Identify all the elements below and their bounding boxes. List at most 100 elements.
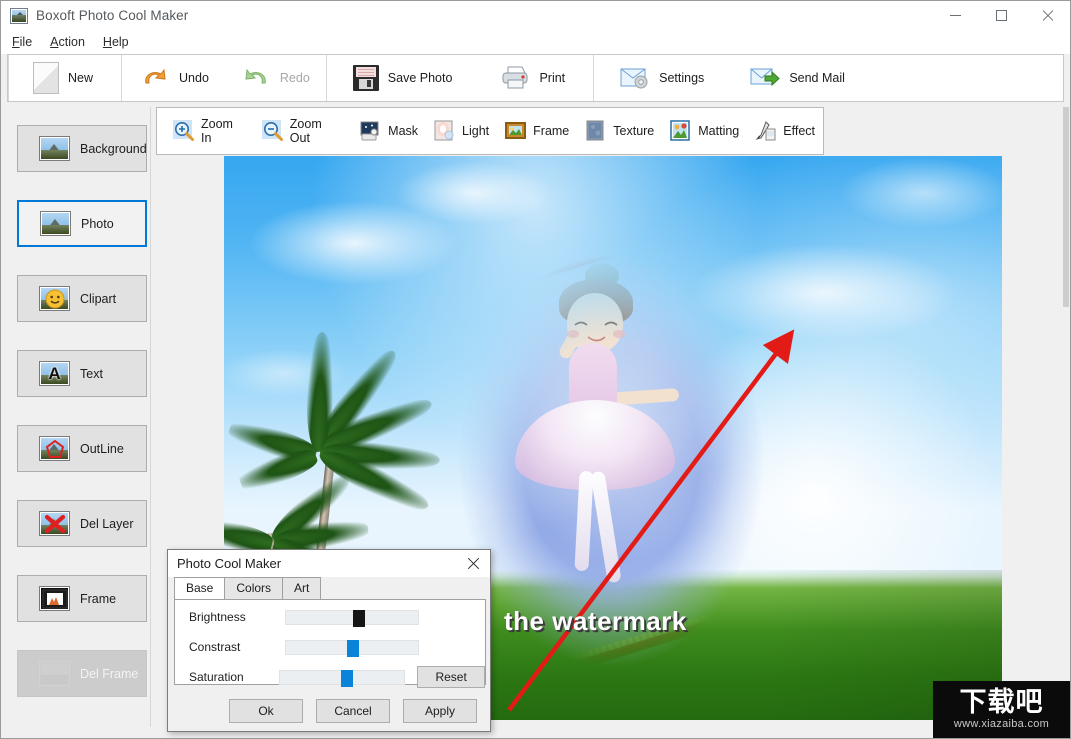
minimize-button[interactable]	[932, 1, 978, 30]
ok-button[interactable]: Ok	[229, 699, 303, 723]
main-toolbar: New Undo Redo Save Photo Print Settings …	[7, 54, 1064, 102]
menu-bar: File Action Help	[1, 30, 1070, 54]
image-red-x-icon	[39, 511, 70, 536]
ballerina-figure	[503, 263, 693, 595]
frame-label: Frame	[533, 124, 570, 138]
menu-item-action[interactable]: Action	[48, 33, 95, 51]
dialog-button-row: Ok Cancel Apply	[168, 699, 492, 723]
effect-brush-icon	[755, 120, 777, 142]
dialog-tab-panel-base: Brightness Constrast Saturation Reset	[174, 599, 486, 688]
printer-icon	[500, 65, 530, 91]
brightness-row: Brightness	[175, 604, 485, 630]
settings-button[interactable]: Settings	[594, 55, 726, 101]
zoom-in-icon	[173, 120, 195, 142]
close-icon	[467, 557, 480, 570]
mail-send-icon	[750, 67, 781, 89]
application-window: Boxoft Photo Cool Maker File Action Help…	[0, 0, 1071, 739]
tab-art[interactable]: Art	[282, 577, 322, 599]
apply-button[interactable]: Apply	[403, 699, 477, 723]
redo-button[interactable]: Redo	[225, 55, 326, 101]
dialog-title-bar: Photo Cool Maker	[168, 550, 490, 577]
photo-sub-toolbar: Zoom In Zoom Out Mask Light Frame Textur…	[156, 107, 824, 155]
menu-item-file[interactable]: File	[10, 33, 42, 51]
light-button[interactable]: Light	[426, 109, 497, 153]
scrollbar-thumb[interactable]	[1063, 107, 1069, 307]
left-sidebar: Background Photo Clipart A Text OutLine …	[7, 107, 151, 727]
sidebar-item-photo[interactable]: Photo	[17, 200, 147, 247]
site-watermark-url: www.xiazaiba.com	[953, 718, 1050, 730]
settings-button-label: Settings	[659, 71, 705, 85]
effect-button[interactable]: Effect	[747, 109, 823, 153]
maximize-button[interactable]	[978, 1, 1024, 30]
save-photo-label: Save Photo	[387, 71, 453, 85]
zoom-out-button[interactable]: Zoom Out	[254, 109, 352, 153]
toolbar-group-file: New	[9, 55, 121, 101]
image-thumb-icon	[40, 211, 71, 236]
sidebar-item-clipart[interactable]: Clipart	[17, 275, 147, 322]
image-outline-icon	[39, 436, 70, 461]
sidebar-label-frame: Frame	[80, 591, 117, 606]
constrast-slider-thumb[interactable]	[347, 639, 359, 657]
close-button[interactable]	[1024, 1, 1070, 30]
photo-app-icon	[10, 7, 28, 24]
frame-button[interactable]: Frame	[497, 109, 577, 153]
site-watermark-brand: 下载吧	[959, 687, 1044, 718]
print-button[interactable]: Print	[474, 55, 593, 101]
cancel-button[interactable]: Cancel	[316, 699, 390, 723]
texture-label: Texture	[613, 124, 655, 138]
reset-button[interactable]: Reset	[417, 666, 485, 688]
light-icon	[434, 120, 456, 142]
dialog-tabstrip: Base Colors Art	[168, 577, 490, 599]
constrast-label: Constrast	[189, 640, 241, 654]
site-watermark-logo: 下载吧 www.xiazaiba.com	[933, 681, 1070, 738]
new-button-label: New	[68, 71, 94, 85]
constrast-slider[interactable]	[285, 639, 419, 657]
tab-base[interactable]: Base	[174, 577, 226, 599]
brightness-label: Brightness	[189, 610, 246, 624]
send-mail-button[interactable]: Send Mail	[726, 55, 865, 101]
new-button[interactable]: New	[9, 55, 121, 101]
matting-button[interactable]: Matting	[662, 109, 747, 153]
saturation-slider-thumb[interactable]	[341, 669, 354, 687]
brightness-slider-thumb[interactable]	[353, 609, 365, 627]
image-letter-a-icon: A	[39, 361, 70, 386]
mask-button[interactable]: Mask	[352, 109, 426, 153]
send-mail-label: Send Mail	[789, 71, 845, 85]
print-button-label: Print	[539, 71, 566, 85]
brightness-slider[interactable]	[285, 609, 419, 627]
redo-button-label: Redo	[279, 71, 310, 85]
vertical-scrollbar[interactable]	[1063, 107, 1069, 727]
minimize-icon	[949, 15, 961, 16]
texture-button[interactable]: Texture	[577, 109, 662, 153]
undo-button[interactable]: Undo	[122, 55, 225, 101]
save-photo-button[interactable]: Save Photo	[327, 55, 475, 101]
matting-label: Matting	[698, 124, 740, 138]
dialog-close-button[interactable]	[456, 550, 490, 577]
redo-arrow-icon	[241, 66, 271, 90]
tab-base-label: Base	[186, 581, 214, 595]
zoom-in-button[interactable]: Zoom In	[165, 109, 254, 153]
tab-colors[interactable]: Colors	[224, 577, 284, 599]
zoom-out-icon	[261, 120, 284, 142]
dialog-title: Photo Cool Maker	[177, 556, 282, 571]
texture-icon	[585, 120, 607, 142]
sidebar-label-background: Background	[80, 141, 147, 156]
new-page-icon	[33, 62, 59, 94]
sidebar-item-outline[interactable]: OutLine	[17, 425, 147, 472]
toolbar-group-output: Save Photo Print	[327, 55, 593, 101]
light-label: Light	[462, 124, 490, 138]
saturation-slider[interactable]	[279, 669, 406, 687]
floppy-disk-icon	[352, 65, 379, 91]
sidebar-item-background[interactable]: Background	[17, 125, 147, 172]
title-bar: Boxoft Photo Cool Maker	[1, 1, 1070, 30]
sidebar-label-clipart: Clipart	[80, 291, 117, 306]
tab-art-label: Art	[294, 581, 310, 595]
sidebar-item-text[interactable]: A Text	[17, 350, 147, 397]
sidebar-item-del-layer[interactable]: Del Layer	[17, 500, 147, 547]
image-thumb-icon	[39, 136, 70, 161]
zoom-in-label: Zoom In	[201, 117, 233, 145]
tab-colors-label: Colors	[236, 581, 272, 595]
sidebar-item-frame[interactable]: Frame	[17, 575, 147, 622]
toolbar-group-mail: Settings Send Mail	[594, 55, 865, 101]
menu-item-help[interactable]: Help	[101, 33, 139, 51]
